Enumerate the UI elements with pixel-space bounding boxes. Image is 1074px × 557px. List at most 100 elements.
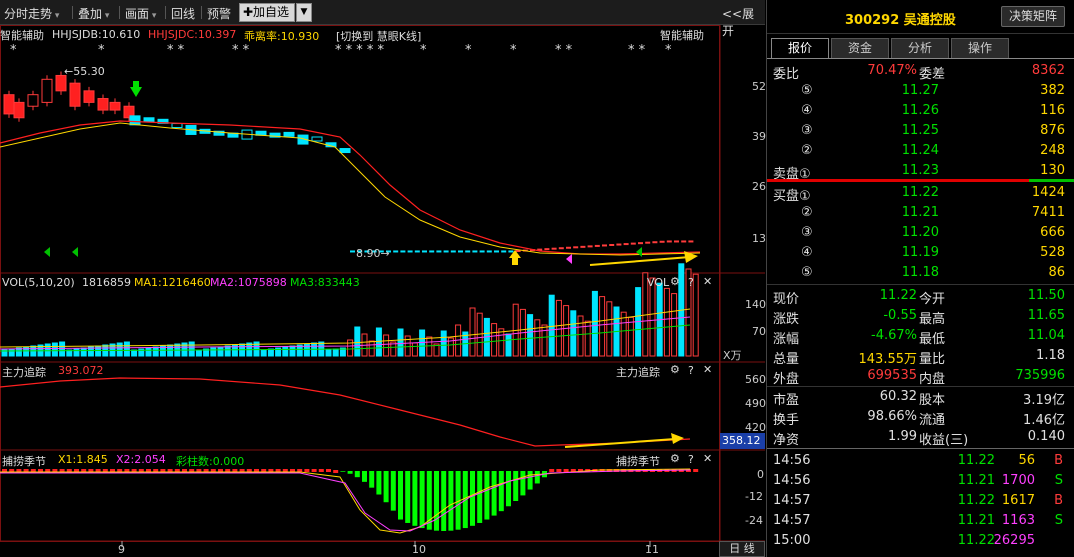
help-icon[interactable]: ? [688,453,694,466]
volume-bar [80,347,87,357]
bid-row[interactable]: ⑤ 11.18 86 [767,263,1074,283]
candle-body [143,117,155,123]
bid-level: ③ [801,225,813,240]
quote-label: 换手 [773,413,800,428]
close-icon[interactable]: ✕ [703,452,712,465]
kline-chart-svg[interactable] [0,25,765,557]
bl-bar [534,471,540,484]
zl-arrow-head [671,433,684,444]
ask-price: 11.26 [901,103,939,118]
tick-row: 14:57 11.21 1163 S [767,511,1074,531]
period-selector[interactable]: 日 线 [719,541,765,557]
ask-volume: 248 [1040,143,1065,158]
volume-bar [411,342,418,357]
add-watchlist-button[interactable]: ✚加自选 [239,3,295,22]
add-watchlist-dropdown[interactable]: ▼ [296,3,312,22]
candle-body [129,115,141,126]
gear-icon[interactable]: ⚙ [670,363,680,376]
ask-row[interactable]: ⑤ 11.27 382 [767,81,1074,101]
quote-value: -0.55 [883,308,917,323]
quote-label: 现价 [773,292,800,307]
quote-value: 0.140 [1027,429,1065,444]
time-chart-menu[interactable]: 分时走势 [4,5,59,22]
bl-title: 捕捞季节 [2,455,46,468]
bl-bar [491,471,497,516]
ask-row[interactable]: ② 11.24 248 [767,141,1074,161]
bid-row[interactable]: ④ 11.19 528 [767,243,1074,263]
draw-menu[interactable]: 画面 [125,5,156,22]
zl-right-label: 主力追踪 [616,366,660,379]
book-divider-bid [1029,179,1074,182]
vol-value: 1816859 [82,276,131,289]
help-icon[interactable]: ? [688,364,694,377]
volume-bar [332,348,339,357]
tick-volume: 26295 [993,533,1035,548]
tab-funds[interactable]: 资金 [831,38,889,58]
chart-area[interactable]: 智能辅助 HHJSJDB:10.610 HHJSJDC:10.397 乖离率:1… [0,25,766,557]
candle-body [414,250,420,253]
bl-bars: 彩柱数:0.000 [176,455,245,468]
marker-icon [636,247,642,257]
tick-side: B [1054,493,1063,508]
bid-level: ⑤ [801,265,813,280]
bid-row[interactable]: ③ 11.20 666 [767,223,1074,243]
ask-row[interactable]: ③ 11.25 876 [767,121,1074,141]
playback-button[interactable]: 回线 [171,5,195,22]
x-axis-label: 9 [118,543,125,556]
ask-level: ③ [801,123,813,138]
candle-body [558,247,564,250]
zl-y-tick: 490 [745,397,766,410]
bl-bar [513,471,519,501]
gear-icon[interactable]: ⚙ [670,275,680,288]
candle-body [400,250,406,253]
ask-row[interactable]: ④ 11.26 116 [767,101,1074,121]
candle-body [681,240,687,243]
ma-line-yellow [0,122,701,256]
ask-row[interactable]: 卖盘① 11.23 130 [767,161,1074,182]
star-mark: * [510,43,517,58]
volume-bar [289,345,296,357]
bl-bar [470,471,475,526]
volume-bar [260,349,267,357]
zl-title: 主力追踪 [2,366,46,379]
close-icon[interactable]: ✕ [703,275,712,288]
tick-price: 11.21 [957,513,995,528]
quote-value: 1.46亿 [1023,413,1065,428]
candle-body [407,250,413,253]
marker-icon [72,247,78,257]
volume-bar [210,347,217,357]
quote-label: 流通 [919,413,946,428]
candle-body [109,101,121,111]
decision-matrix-button[interactable]: 决策矩阵 [1001,6,1065,27]
candle-body [83,90,95,103]
help-icon[interactable]: ? [688,276,694,289]
candle-body [27,94,39,107]
gear-icon[interactable]: ⚙ [670,452,680,465]
volume-bar [548,294,555,357]
bl-bar [333,470,339,473]
tick-time: 15:00 [773,533,811,548]
tab-quote[interactable]: 报价 [771,38,829,58]
sell-signal-icon [130,87,142,97]
close-icon[interactable]: ✕ [703,363,712,376]
quote-value: 1.99 [888,429,917,444]
alert-button[interactable]: 预警 [207,5,231,22]
volume-bar [498,328,505,357]
buy-signal-icon [512,258,518,265]
bid-volume: 86 [1048,265,1065,280]
quote-label: 内盘 [919,372,946,387]
bl-y-tick: -24 [745,514,763,527]
overlay-menu[interactable]: 叠加 [78,5,109,22]
bid-level: ② [801,205,813,220]
ma-line-red [0,120,701,255]
bid-row[interactable]: 买盘① 11.22 1424 [767,183,1074,204]
tab-analysis[interactable]: 分析 [891,38,949,58]
tab-operation[interactable]: 操作 [951,38,1009,58]
volume-bar [397,328,404,357]
quote-label: 今开 [919,292,946,307]
bid-row[interactable]: ② 11.21 7411 [767,203,1074,223]
quote-value: 11.50 [1027,288,1065,303]
switch-kline-link[interactable]: [切换到 慧眼K线] [336,28,421,44]
vol-y-tick: 70 [752,325,766,338]
main-y-tick: 13 [752,232,766,245]
